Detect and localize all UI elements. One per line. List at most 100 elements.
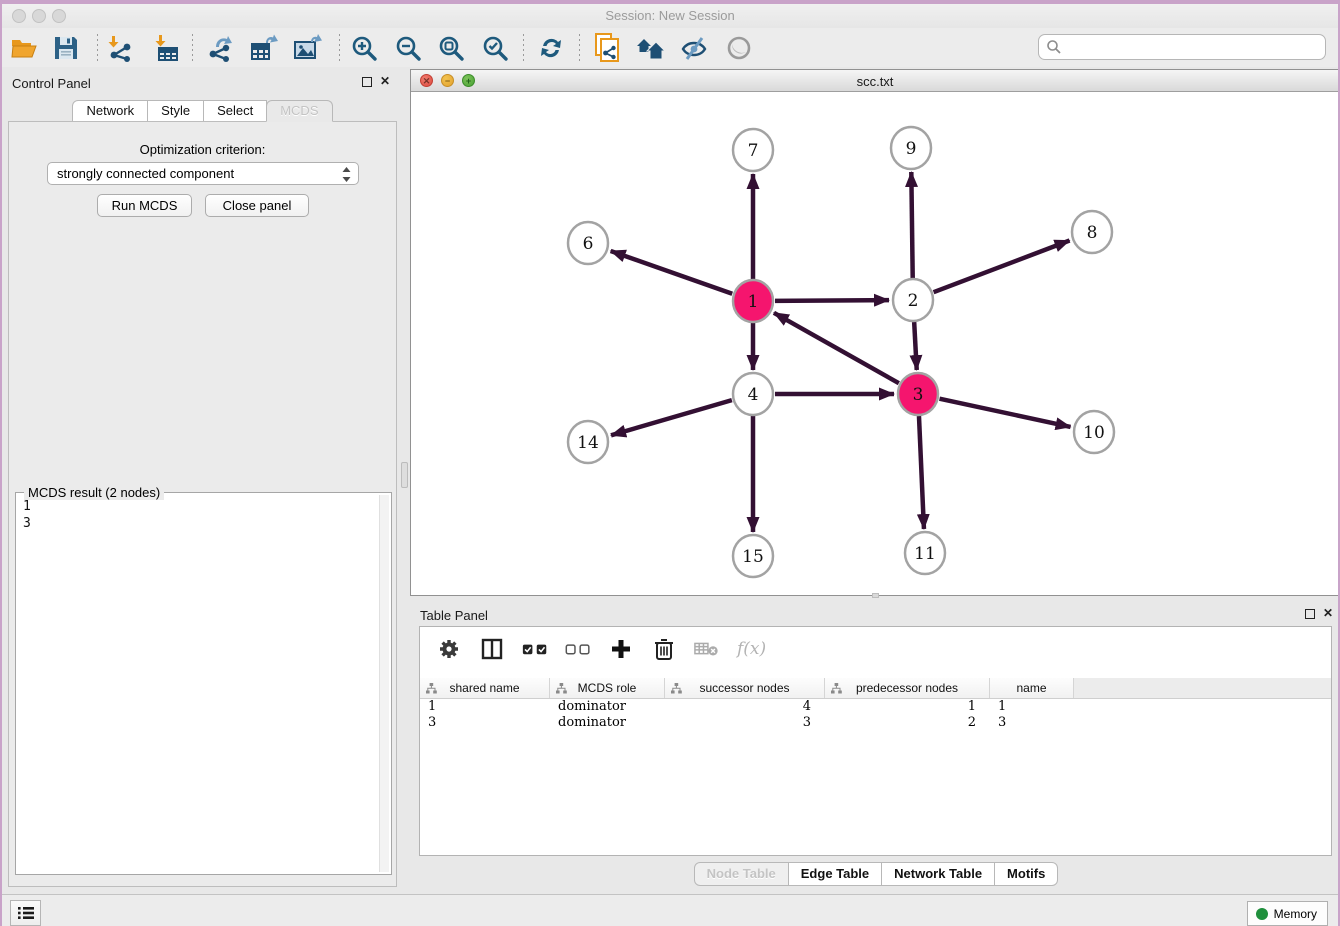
tab-style[interactable]: Style — [147, 100, 204, 122]
eye-icon[interactable] — [724, 33, 754, 63]
table-body: 1dominator4113dominator323 — [420, 699, 1331, 731]
graph-node-label: 9 — [906, 139, 917, 159]
column-header-name[interactable]: name — [990, 678, 1074, 698]
zoom-fit-icon[interactable] — [436, 33, 466, 63]
search-box[interactable] — [1038, 34, 1326, 60]
export-image-icon[interactable] — [293, 33, 323, 63]
column-header-predecessor-nodes[interactable]: predecessor nodes — [825, 678, 990, 698]
tab-select[interactable]: Select — [203, 100, 267, 122]
table-row[interactable]: 1dominator411 — [420, 699, 1331, 715]
table-cell[interactable]: dominator — [550, 699, 665, 715]
plus-icon[interactable] — [608, 636, 634, 662]
graph-edge-2-9[interactable] — [911, 172, 912, 278]
graph-node-3[interactable]: 3 — [898, 373, 938, 415]
zoom-out-icon[interactable] — [393, 33, 423, 63]
graph-edge-1-6[interactable] — [611, 251, 733, 294]
table-cell[interactable]: 3 — [990, 715, 1074, 731]
graph-node-8[interactable]: 8 — [1072, 211, 1112, 253]
result-line[interactable]: 1 — [23, 498, 377, 515]
graph-node-6[interactable]: 6 — [568, 222, 608, 264]
table-cell[interactable]: 2 — [825, 715, 990, 731]
column-header-label: name — [1016, 681, 1046, 695]
network-window-titlebar[interactable]: ✕ − + scc.txt — [411, 70, 1339, 92]
graph-node-14[interactable]: 14 — [568, 421, 608, 463]
table-cell[interactable]: 4 — [665, 699, 825, 715]
table-cell[interactable]: 3 — [420, 715, 550, 731]
result-line[interactable]: 3 — [23, 515, 377, 532]
table-cell[interactable]: 3 — [665, 715, 825, 731]
graph-node-10[interactable]: 10 — [1074, 411, 1114, 453]
eye-slash-icon[interactable] — [679, 33, 709, 63]
main-area: Control Panel ✕ Network Style Select MCD… — [2, 67, 1338, 894]
graph-edge-3-1[interactable] — [774, 313, 899, 383]
graph-edge-2-8[interactable] — [934, 241, 1070, 293]
table-delete-icon[interactable] — [694, 636, 720, 662]
save-icon[interactable] — [51, 33, 81, 63]
float-table-panel-icon[interactable] — [1305, 609, 1315, 619]
tab-motifs[interactable]: Motifs — [994, 862, 1058, 886]
graph-node-label: 4 — [748, 385, 759, 405]
graph-node-label: 6 — [583, 234, 594, 254]
column-header-successor-nodes[interactable]: successor nodes — [665, 678, 825, 698]
column-header-label: MCDS role — [578, 681, 637, 695]
import-network-icon[interactable] — [105, 33, 135, 63]
tab-network[interactable]: Network — [72, 100, 148, 122]
close-table-panel-icon[interactable]: ✕ — [1323, 606, 1333, 620]
result-scrollbar[interactable] — [379, 495, 389, 872]
graph-node-1[interactable]: 1 — [733, 280, 773, 322]
checked-boxes-icon[interactable] — [522, 636, 548, 662]
export-network-icon[interactable] — [205, 33, 235, 63]
float-panel-icon[interactable] — [362, 77, 372, 87]
mcds-result-list[interactable]: 13 — [19, 498, 377, 871]
control-panel-title: Control Panel — [12, 76, 91, 91]
split-panel-icon[interactable] — [479, 636, 505, 662]
tab-mcds[interactable]: MCDS — [266, 100, 332, 122]
table-row[interactable]: 3dominator323 — [420, 715, 1331, 731]
graph-edge-3-10[interactable] — [940, 399, 1071, 427]
trash-icon[interactable] — [651, 636, 677, 662]
houses-icon[interactable] — [636, 33, 666, 63]
mcds-tab-content: Optimization criterion: strongly connect… — [8, 121, 397, 887]
zoom-selected-icon[interactable] — [480, 33, 510, 63]
graph-node-11[interactable]: 11 — [905, 532, 945, 574]
zoom-in-icon[interactable] — [349, 33, 379, 63]
gear-icon[interactable] — [436, 636, 462, 662]
table-cell[interactable]: dominator — [550, 715, 665, 731]
close-panel-icon[interactable]: ✕ — [380, 74, 390, 88]
run-mcds-button[interactable]: Run MCDS — [97, 194, 192, 217]
circular-arrows-icon[interactable] — [536, 33, 566, 63]
tab-node-table[interactable]: Node Table — [694, 862, 789, 886]
close-panel-button[interactable]: Close panel — [205, 194, 309, 217]
tab-edge-table[interactable]: Edge Table — [788, 862, 882, 886]
table-cell[interactable]: 1 — [990, 699, 1074, 715]
import-table-icon[interactable] — [152, 33, 182, 63]
graph-node-7[interactable]: 7 — [733, 129, 773, 171]
network-canvas[interactable]: 7 9 6 8 1 2 4 3 14 10 15 11 — [411, 92, 1339, 595]
column-type-icon — [556, 683, 567, 694]
graph-node-2[interactable]: 2 — [893, 279, 933, 321]
search-input[interactable] — [1062, 37, 1325, 57]
export-table-icon[interactable] — [249, 33, 279, 63]
horizontal-split-handle[interactable] — [872, 593, 879, 598]
document-share-icon[interactable] — [592, 33, 622, 63]
table-cell[interactable]: 1 — [825, 699, 990, 715]
open-folder-icon[interactable] — [9, 33, 39, 63]
graph-edge-4-14[interactable] — [611, 400, 732, 435]
graph-edge-1-2[interactable] — [775, 300, 889, 301]
graph-edge-3-11[interactable] — [919, 416, 924, 529]
tab-network-table[interactable]: Network Table — [881, 862, 995, 886]
graph-edge-2-3[interactable] — [914, 322, 917, 370]
unchecked-boxes-icon[interactable] — [565, 636, 591, 662]
graph-node-4[interactable]: 4 — [733, 373, 773, 415]
graph-node-15[interactable]: 15 — [733, 535, 773, 577]
node-table-content: f(x) shared nameMCDS rolesuccessor nodes… — [419, 626, 1332, 856]
table-cell[interactable]: 1 — [420, 699, 550, 715]
memory-button[interactable]: Memory — [1247, 901, 1328, 926]
split-divider-handle[interactable] — [401, 462, 408, 488]
graph-node-9[interactable]: 9 — [891, 127, 931, 169]
list-icon[interactable] — [10, 900, 41, 926]
column-header-shared-name[interactable]: shared name — [420, 678, 550, 698]
optimization-criterion-select[interactable]: strongly connected component — [47, 162, 359, 185]
network-view-window: ✕ − + scc.txt 7 9 6 8 1 2 4 3 14 10 15 11 — [410, 69, 1340, 596]
column-header-MCDS-role[interactable]: MCDS role — [550, 678, 665, 698]
